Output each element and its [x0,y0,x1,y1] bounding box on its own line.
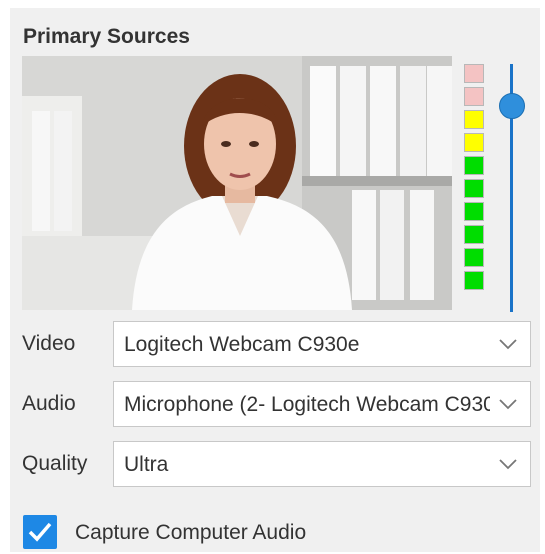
chevron-down-icon [499,339,517,350]
level-segment [464,133,484,152]
level-segment [464,110,484,129]
level-segment [464,179,484,198]
capture-audio-label[interactable]: Capture Computer Audio [75,521,306,545]
volume-slider-thumb[interactable] [499,93,525,119]
audio-source-select[interactable]: Microphone (2- Logitech Webcam C930e) [113,381,531,427]
checkmark-icon [28,522,52,542]
chevron-down-icon [499,459,517,470]
level-segment [464,271,484,290]
level-segment [464,87,484,106]
webcam-preview-image [22,56,452,310]
capture-audio-checkbox[interactable] [23,515,57,549]
quality-label: Quality [22,452,88,475]
audio-source-value: Microphone (2- Logitech Webcam C930e) [124,393,490,416]
level-segment [464,248,484,267]
level-segment [464,202,484,221]
webcam-preview [22,56,452,310]
level-segment [464,156,484,175]
level-segment [464,64,484,83]
video-source-select[interactable]: Logitech Webcam C930e [113,321,531,367]
primary-sources-panel: Primary Sources Video Logitech Webcam C9… [10,8,540,552]
quality-value: Ultra [124,453,169,476]
panel-title: Primary Sources [23,25,190,48]
chevron-down-icon [499,399,517,410]
video-label: Video [22,332,76,355]
volume-slider[interactable] [497,64,527,312]
audio-level-meter [464,64,486,294]
audio-label: Audio [22,392,76,415]
video-source-value: Logitech Webcam C930e [124,333,360,356]
level-segment [464,225,484,244]
quality-select[interactable]: Ultra [113,441,531,487]
